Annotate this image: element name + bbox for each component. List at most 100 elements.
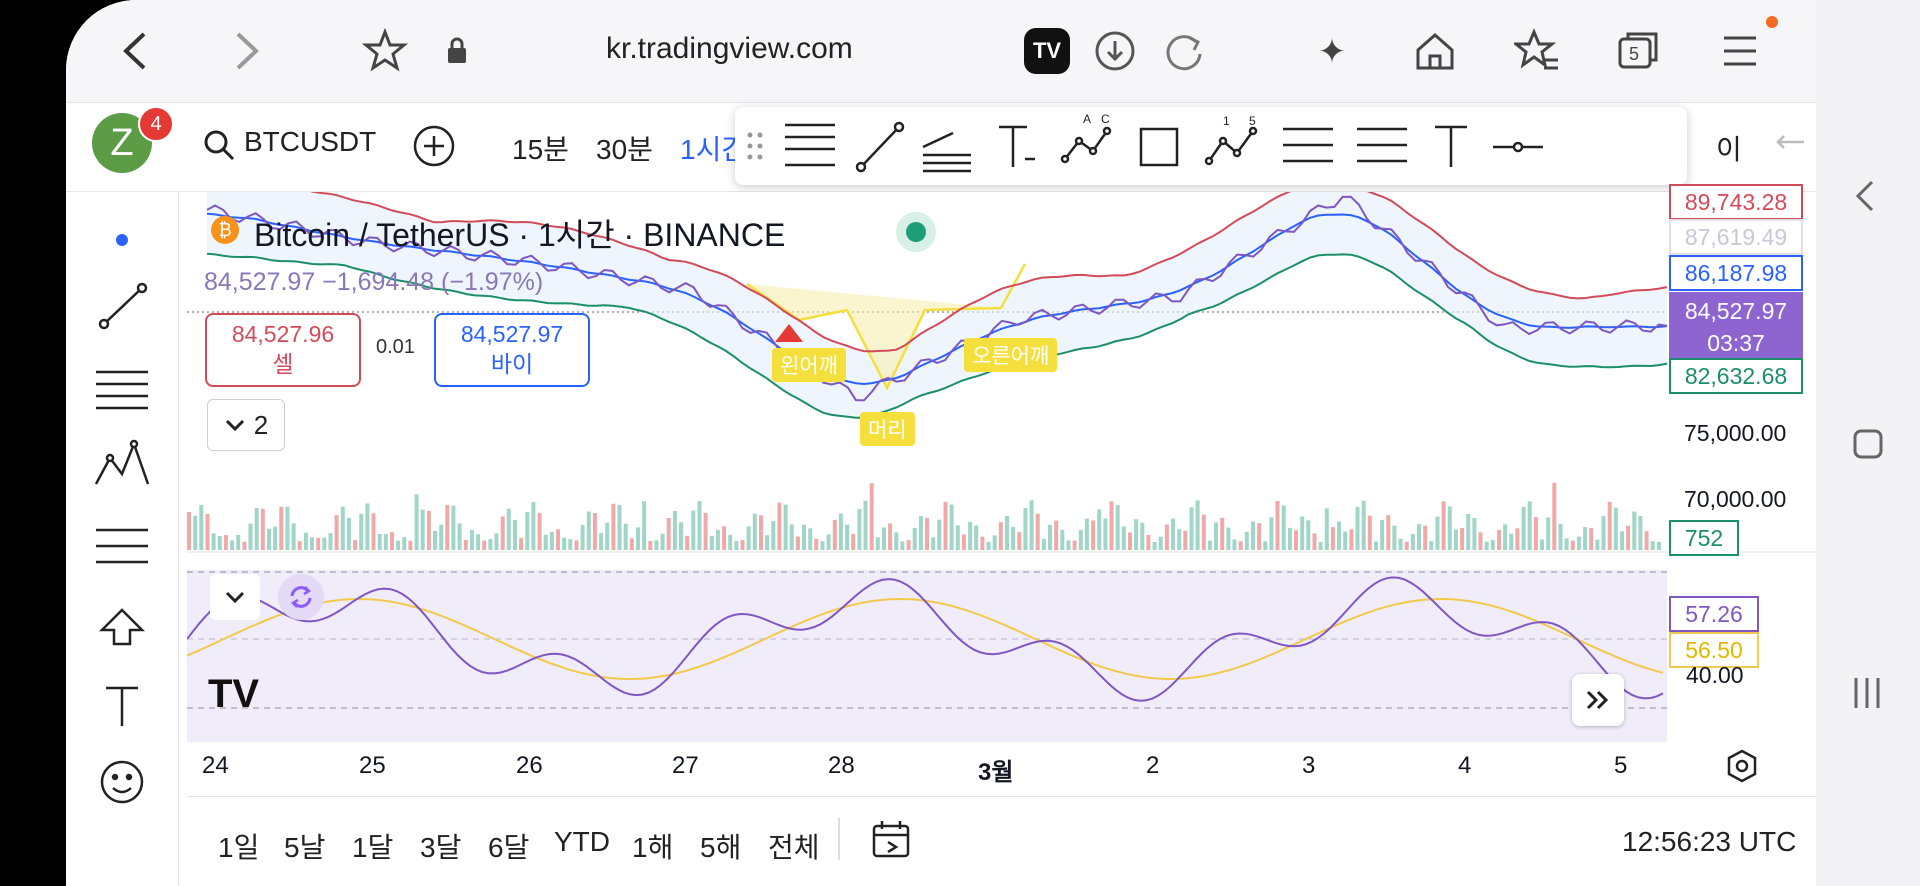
price-tick-75000: 75,000.00 — [1684, 420, 1787, 446]
volume-bar — [1490, 540, 1495, 550]
back-icon[interactable] — [116, 28, 156, 74]
volume-bar — [1503, 524, 1508, 550]
nav-home-icon[interactable] — [1852, 428, 1884, 460]
volume-bar — [998, 522, 1003, 550]
drawing-tools-icons[interactable]: A C 1 5 — [735, 107, 1687, 185]
forward-icon[interactable] — [226, 28, 266, 74]
volume-bar — [580, 525, 585, 550]
undo-icon[interactable] — [1774, 128, 1808, 158]
volume-bar — [1201, 514, 1206, 550]
tradingview-app-icon[interactable]: TV — [1024, 28, 1070, 74]
bookmarks-icon[interactable] — [1514, 28, 1560, 74]
volume-bar — [746, 526, 751, 550]
volume-bar — [469, 530, 474, 550]
svg-text:A: A — [1083, 112, 1091, 126]
nav-back-icon[interactable] — [1850, 176, 1880, 216]
search-icon[interactable] — [202, 128, 236, 162]
compare-add-icon[interactable] — [412, 124, 456, 168]
menu-icon[interactable] — [1718, 30, 1762, 72]
bookmark-star-icon[interactable] — [362, 28, 408, 74]
range-1y[interactable]: 1해 — [632, 826, 673, 866]
toolbar-more-label[interactable]: 이 — [1716, 128, 1742, 168]
volume-bar — [408, 540, 413, 550]
volume-bar — [248, 523, 253, 550]
volume-bar — [931, 537, 936, 550]
sell-button[interactable]: 84,527.96 셀 — [205, 313, 361, 387]
scroll-to-realtime-button[interactable] — [1572, 674, 1624, 726]
time-axis-label: 3월 — [978, 759, 1014, 786]
volume-bar — [1091, 520, 1096, 550]
chevron-down-icon — [225, 591, 245, 604]
volume-bar — [752, 513, 757, 550]
volume-bar — [1497, 529, 1501, 550]
interval-15m[interactable]: 15분 — [512, 128, 569, 168]
volume-bar — [1011, 526, 1016, 550]
range-3m[interactable]: 3달 — [420, 826, 461, 866]
volume-bar — [537, 513, 542, 550]
volume-bar — [691, 510, 696, 550]
volume-bar — [488, 539, 493, 550]
volume-bar — [199, 504, 204, 550]
range-ytd[interactable]: YTD — [554, 826, 610, 858]
range-1d[interactable]: 1일 — [218, 826, 259, 866]
chart-title[interactable]: Bitcoin / TetherUS · 1시간 · BINANCE — [254, 210, 785, 256]
home-icon[interactable] — [1412, 28, 1458, 74]
download-icon[interactable] — [1094, 30, 1136, 72]
legend-collapse-button[interactable]: 2 — [207, 399, 285, 451]
tabs-icon[interactable]: 5 — [1616, 30, 1662, 72]
url-text[interactable]: kr.tradingview.com — [606, 32, 853, 66]
volume-bar — [882, 527, 886, 550]
volume-bar — [1460, 528, 1465, 550]
volume-bar — [267, 528, 271, 550]
range-1m[interactable]: 1달 — [352, 826, 393, 866]
volume-bar — [826, 534, 831, 550]
range-6m[interactable]: 6달 — [488, 826, 529, 866]
legend-price-change: 84,527.97 −1,694.48 (−1.97%) — [204, 268, 544, 296]
rsi-collapse-button[interactable] — [210, 574, 260, 620]
head-label[interactable]: 머리 — [860, 412, 915, 446]
volume-bar — [1195, 500, 1200, 550]
volume-bar — [1023, 508, 1028, 550]
volume-bar — [242, 541, 247, 550]
rsi-value-label: 57.26 — [1669, 596, 1759, 632]
volume-bar — [1533, 517, 1538, 550]
calendar-range-icon[interactable] — [870, 818, 914, 860]
clock[interactable]: 12:56:23 UTC — [1622, 826, 1796, 858]
volume-bar — [1257, 523, 1262, 550]
symbol-search-input[interactable]: BTCUSDT — [244, 126, 376, 158]
volume-bar — [1447, 506, 1452, 550]
volume-bar — [328, 533, 333, 550]
rsi-sync-icon[interactable] — [278, 574, 324, 620]
volume-bar — [525, 512, 530, 550]
volume-bar — [672, 511, 677, 550]
volume-bar — [396, 540, 401, 550]
left-tool-icons[interactable] — [66, 192, 178, 886]
volume-bar — [316, 537, 321, 550]
volume-bar — [426, 510, 431, 550]
range-all[interactable]: 전체 — [768, 826, 820, 866]
chart-settings-icon[interactable] — [1724, 748, 1760, 784]
volume-bar — [1484, 541, 1489, 550]
interval-30m[interactable]: 30분 — [596, 128, 653, 168]
buy-button[interactable]: 84,527.97 바이 — [434, 313, 590, 387]
volume-bar — [912, 527, 917, 550]
volume-bar — [260, 508, 265, 550]
volume-bar — [494, 533, 499, 550]
range-5d[interactable]: 5날 — [284, 826, 325, 866]
market-status-icon[interactable] — [896, 212, 936, 252]
volume-bar — [660, 533, 665, 550]
volume-bar — [1226, 527, 1231, 550]
tabs-count: 5 — [1629, 44, 1640, 64]
volume-bar — [1017, 532, 1022, 550]
left-shoulder-label[interactable]: 왼어깨 — [772, 348, 846, 382]
nav-recents-icon[interactable] — [1850, 674, 1884, 712]
range-5y[interactable]: 5해 — [700, 826, 741, 866]
volume-bar — [187, 512, 191, 550]
bottom-divider — [838, 818, 840, 860]
reload-icon[interactable] — [1164, 30, 1206, 72]
volume-bar — [654, 540, 659, 550]
volume-bar — [1318, 542, 1323, 550]
right-shoulder-label[interactable]: 오른어깨 — [964, 338, 1058, 372]
ai-sparkle-icon[interactable]: ✦ — [1310, 30, 1354, 74]
volume-bar — [1171, 518, 1175, 550]
